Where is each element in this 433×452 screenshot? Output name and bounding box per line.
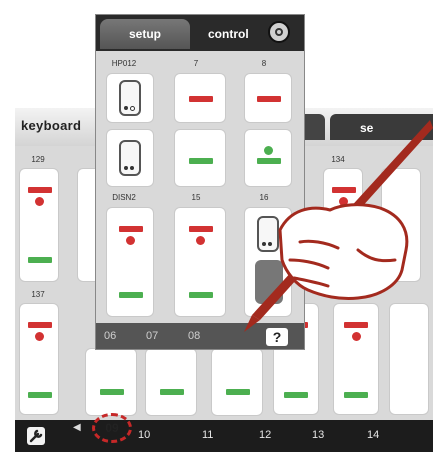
- red-led: [126, 236, 135, 245]
- tab-label: setup: [128, 27, 161, 41]
- green-indicator: [28, 392, 52, 398]
- hand-icon: [278, 203, 409, 300]
- page-item[interactable]: 11: [202, 429, 213, 441]
- column-label: 15: [191, 193, 201, 202]
- page-item[interactable]: 08: [188, 330, 200, 342]
- device-icon: [119, 80, 141, 116]
- prev-arrow-icon[interactable]: ◀: [73, 422, 81, 433]
- green-indicator: [100, 389, 124, 395]
- red-indicator: [28, 322, 52, 328]
- page-title: keyboard: [21, 118, 82, 133]
- wrench-icon[interactable]: [27, 427, 45, 445]
- device-icon: [119, 140, 141, 176]
- column-label: DISN2: [112, 193, 136, 202]
- device-card[interactable]: [106, 73, 154, 123]
- control-card[interactable]: [106, 207, 154, 317]
- page-item[interactable]: 13: [312, 429, 324, 441]
- red-indicator: [189, 96, 213, 102]
- column-label: 8: [261, 59, 267, 68]
- control-card[interactable]: [19, 303, 59, 415]
- page-item[interactable]: 07: [146, 330, 158, 342]
- hand-drawing-illustration: [244, 120, 433, 332]
- red-led: [196, 236, 205, 245]
- control-card[interactable]: [174, 129, 226, 187]
- page-item[interactable]: 06: [104, 330, 116, 342]
- page-item[interactable]: 12: [259, 429, 271, 441]
- green-indicator: [119, 292, 143, 298]
- green-indicator: [344, 392, 368, 398]
- control-card[interactable]: [174, 207, 226, 317]
- column-label: 7: [193, 59, 199, 68]
- green-indicator: [189, 292, 213, 298]
- page-item[interactable]: 10: [138, 429, 150, 441]
- control-card[interactable]: [19, 168, 59, 282]
- green-indicator: [284, 392, 308, 398]
- power-ring: [275, 28, 283, 36]
- device-card[interactable]: [106, 129, 154, 187]
- tab-bar: setup control: [96, 15, 304, 51]
- red-led: [35, 332, 44, 341]
- control-card[interactable]: [174, 73, 226, 123]
- column-label: HP012: [111, 59, 137, 68]
- red-led: [35, 197, 44, 206]
- red-indicator: [28, 187, 52, 193]
- column-label: 129: [31, 155, 45, 164]
- selected-page-highlight[interactable]: 09: [92, 413, 132, 443]
- control-card[interactable]: [145, 348, 197, 416]
- control-card[interactable]: [85, 348, 137, 416]
- green-indicator: [28, 257, 52, 263]
- green-indicator: [189, 158, 213, 164]
- tab-control[interactable]: control: [208, 27, 249, 41]
- red-indicator: [119, 226, 143, 232]
- green-indicator: [226, 389, 250, 395]
- green-indicator: [160, 389, 184, 395]
- column-label: 137: [31, 290, 45, 299]
- red-indicator: [189, 226, 213, 232]
- selected-page-label: 09: [105, 421, 119, 435]
- power-icon[interactable]: [268, 21, 290, 43]
- red-indicator: [257, 96, 281, 102]
- control-card[interactable]: [211, 348, 263, 416]
- tab-setup[interactable]: setup: [100, 19, 190, 49]
- page-item[interactable]: 14: [367, 429, 379, 441]
